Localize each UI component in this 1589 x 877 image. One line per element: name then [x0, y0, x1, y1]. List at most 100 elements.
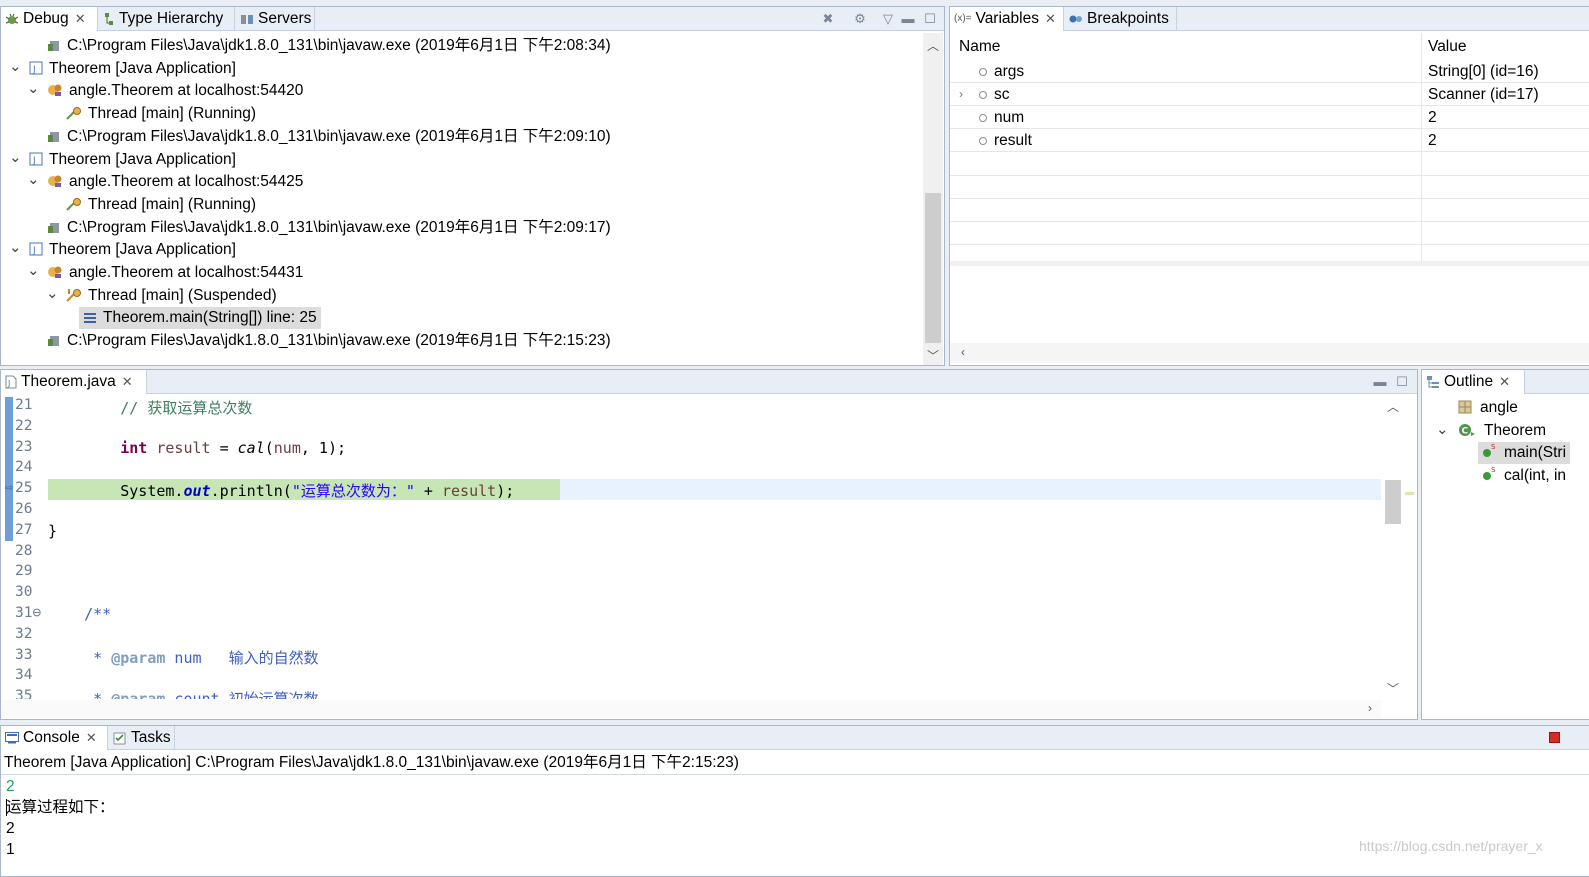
outline-item-content: C Theorem — [1454, 420, 1550, 442]
code-line[interactable]: /** — [48, 605, 111, 623]
code-line[interactable]: int result = cal(num, 1); — [48, 439, 346, 457]
tree-row-content: C:\Program Files\Java\jdk1.8.0_131\bin\j… — [43, 126, 615, 148]
debug-scrollbar[interactable]: ︿ ﹀ — [923, 33, 943, 365]
editor-hscroll[interactable]: › — [1, 700, 1381, 718]
line-number: 34 — [15, 667, 33, 684]
tree-row-label: Theorem [Java Application] — [49, 59, 236, 77]
outline-item[interactable]: Smain(Stri — [1422, 442, 1589, 465]
chevron-down-icon[interactable]: ⌄ — [46, 286, 59, 302]
tab-outline[interactable]: Outline ✕ — [1422, 370, 1525, 394]
details-sash[interactable] — [950, 261, 1589, 266]
scroll-thumb[interactable] — [925, 193, 941, 343]
tree-row[interactable]: Thread [main] (Running) — [1, 194, 921, 216]
chevron-down-icon[interactable]: ⌄ — [27, 263, 40, 279]
chevron-down-icon[interactable]: ⌄ — [9, 240, 22, 256]
variable-name[interactable]: result — [994, 129, 1032, 152]
chevron-down-icon[interactable]: ⌄ — [1436, 422, 1449, 438]
tree-row[interactable]: ⌄ J Theorem [Java Application] — [1, 58, 921, 80]
console-output[interactable]: 2 运算过程如下： 2 1 — [1, 776, 1589, 876]
tree-row[interactable]: C:\Program Files\Java\jdk1.8.0_131\bin\j… — [1, 330, 921, 352]
debug-view: Debug ✕ Type Hierarchy Servers ✖ ⚙ ▽ ▬ ☐ … — [0, 6, 945, 366]
tree-row[interactable]: ⌄ Thread [main] (Suspended) — [1, 285, 921, 307]
variable-name[interactable]: sc — [994, 83, 1010, 106]
terminate-icon[interactable] — [1549, 732, 1560, 743]
close-icon[interactable]: ✕ — [75, 7, 86, 31]
line-number: 29 — [15, 563, 33, 580]
view-menu-icon[interactable]: ▽ — [879, 10, 897, 28]
tab-theorem-java[interactable]: J Theorem.java ✕ — [1, 370, 147, 394]
scroll-down-icon[interactable]: ﹀ — [924, 347, 942, 364]
scroll-up-icon[interactable]: ︿ — [1384, 398, 1402, 415]
package-import-icon — [1458, 399, 1472, 421]
chevron-down-icon[interactable]: ⌄ — [9, 59, 22, 75]
tab-tasks[interactable]: Tasks — [109, 726, 175, 750]
outline-item[interactable]: angle — [1422, 397, 1589, 419]
tree-row-content: angle.Theorem at localhost:54425 — [43, 171, 307, 193]
tree-row[interactable]: C:\Program Files\Java\jdk1.8.0_131\bin\j… — [1, 35, 921, 57]
tree-row[interactable]: Thread [main] (Running) — [1, 103, 921, 125]
minimize-icon[interactable]: ▬ — [899, 10, 917, 28]
tab-console[interactable]: Console ✕ — [1, 726, 108, 750]
variable-value[interactable]: 2 — [1428, 129, 1437, 152]
tree-row[interactable]: ⌄ angle.Theorem at localhost:54431 — [1, 262, 921, 284]
close-icon[interactable]: ✕ — [122, 370, 133, 394]
chevron-right-icon[interactable]: › — [959, 83, 963, 106]
outline-item[interactable]: Scal(int, in — [1422, 465, 1589, 487]
tree-row[interactable]: ⌄ J Theorem [Java Application] — [1, 239, 921, 261]
scroll-thumb[interactable] — [1385, 480, 1401, 524]
tree-row[interactable]: ⌄ angle.Theorem at localhost:54420 — [1, 80, 921, 102]
code-line[interactable]: * @param num 输入的自然数 — [48, 647, 318, 668]
variables-hscroll[interactable]: ‹ — [950, 343, 1589, 363]
close-icon[interactable]: ✕ — [1499, 370, 1510, 394]
outline-item-content: Scal(int, in — [1478, 465, 1570, 487]
scroll-right-icon[interactable]: › — [1361, 701, 1379, 715]
java-application-icon: J — [29, 60, 43, 82]
minimize-icon[interactable]: ▬ — [1371, 373, 1389, 391]
maximize-icon[interactable]: ☐ — [921, 10, 939, 28]
debug-target-icon — [47, 173, 63, 195]
tree-row[interactable]: ⌄ J Theorem [Java Application] — [1, 149, 921, 171]
tree-row[interactable]: C:\Program Files\Java\jdk1.8.0_131\bin\j… — [1, 217, 921, 239]
close-icon[interactable]: ✕ — [86, 726, 97, 750]
code-line[interactable]: * @param count 初始运算次数 — [48, 688, 318, 699]
tree-row-label: angle.Theorem at localhost:54431 — [69, 264, 304, 281]
column-header-value[interactable]: Value — [1428, 35, 1467, 58]
tab-variables[interactable]: (x)= Variables ✕ — [950, 7, 1064, 31]
outline-icon — [1427, 375, 1439, 388]
code-line[interactable]: // 获取运算总次数 — [48, 397, 252, 418]
variable-value[interactable]: 2 — [1428, 106, 1437, 129]
tab-type-hierarchy[interactable]: Type Hierarchy — [99, 7, 235, 31]
maximize-icon[interactable]: ☐ — [1393, 373, 1411, 391]
tree-row[interactable]: C:\Program Files\Java\jdk1.8.0_131\bin\j… — [1, 126, 921, 148]
debug-target-icon — [47, 264, 63, 286]
close-icon[interactable]: ✕ — [1045, 7, 1056, 31]
row-divider — [950, 105, 1589, 106]
console-icon — [5, 731, 19, 744]
scroll-down-icon[interactable]: ﹀ — [1384, 680, 1402, 697]
variable-value[interactable]: Scanner (id=17) — [1428, 83, 1539, 106]
remove-terminated-icon[interactable]: ✖ — [819, 10, 837, 28]
editor-scrollbar[interactable]: ︿ ﹀ — [1383, 396, 1403, 699]
tab-debug[interactable]: Debug ✕ — [1, 7, 98, 31]
code-line[interactable]: System.out.println("运算总次数为：" + result); — [48, 480, 514, 501]
variable-value[interactable]: String[0] (id=16) — [1428, 60, 1539, 83]
scroll-left-icon[interactable]: ‹ — [954, 345, 972, 359]
variable-name[interactable]: num — [994, 106, 1024, 129]
code-line[interactable]: } — [48, 522, 57, 540]
debug-target-icon — [47, 82, 63, 104]
tab-breakpoints[interactable]: Breakpoints — [1065, 7, 1177, 31]
chevron-down-icon[interactable]: ⌄ — [27, 172, 40, 188]
variable-name[interactable]: args — [994, 60, 1024, 83]
code-area[interactable]: 21 // 获取运算总次数 22 23 int result = cal(num, … — [1, 396, 1381, 699]
outline-view: Outline ✕ angle ⌄ C Theorem Smain(Stri Scal(in… — [1421, 369, 1589, 720]
chevron-down-icon[interactable]: ⌄ — [9, 150, 22, 166]
tab-servers[interactable]: Servers — [236, 7, 315, 31]
row-divider — [950, 151, 1589, 152]
scroll-up-icon[interactable]: ︿ — [924, 37, 942, 54]
tree-row[interactable]: ⌄ angle.Theorem at localhost:54425 — [1, 171, 921, 193]
column-header-name[interactable]: Name — [959, 35, 1000, 58]
chevron-down-icon[interactable]: ⌄ — [27, 81, 40, 97]
connect-icon[interactable]: ⚙ — [851, 10, 869, 28]
tree-row[interactable]: Theorem.main(String[]) line: 25 — [1, 307, 921, 330]
outline-item[interactable]: ⌄ C Theorem — [1422, 420, 1589, 442]
